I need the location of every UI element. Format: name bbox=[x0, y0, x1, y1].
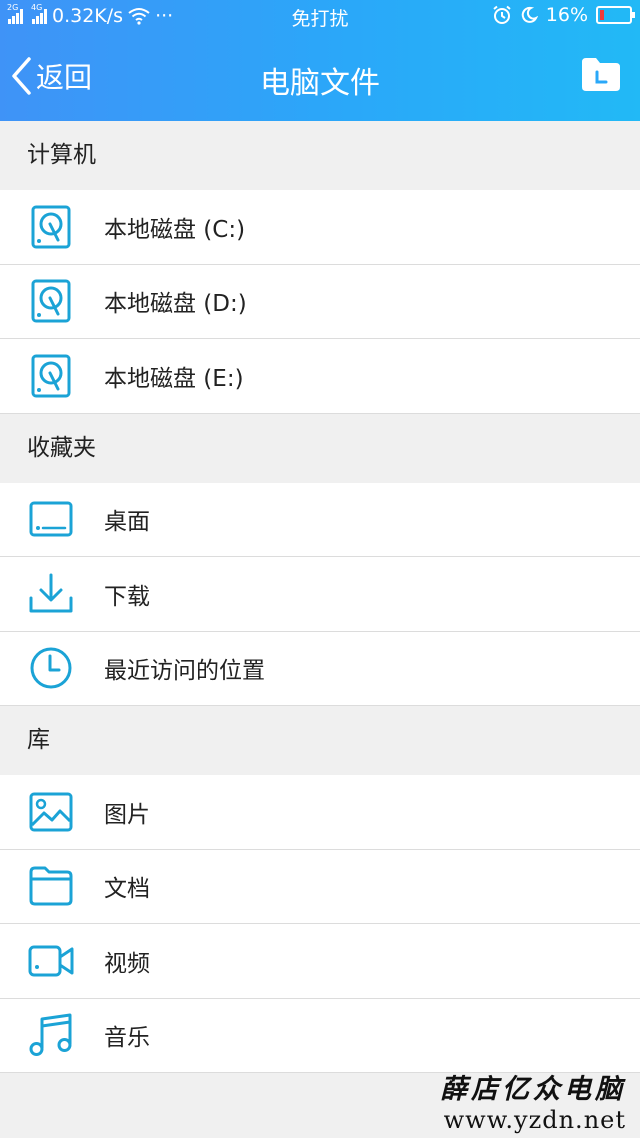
status-bar: 2G 4G 0.32K/s ··· 免打扰 16% bbox=[0, 0, 640, 34]
video-camera-icon bbox=[28, 945, 74, 977]
list-item-pictures[interactable]: 图片 bbox=[0, 775, 640, 850]
section-header-computer: 计算机 bbox=[0, 121, 640, 190]
battery-percent: 16% bbox=[545, 4, 588, 26]
list-item-disk-e[interactable]: 本地磁盘 (E:) bbox=[0, 339, 640, 414]
hard-disk-icon bbox=[31, 354, 71, 398]
hard-disk-icon bbox=[31, 205, 71, 249]
list-item-label: 下载 bbox=[104, 583, 150, 610]
list-item-label: 图片 bbox=[104, 801, 150, 828]
watermark-name: 薛店亿众电脑 bbox=[440, 1074, 626, 1105]
alarm-icon bbox=[493, 5, 511, 24]
page-title: 电脑文件 bbox=[260, 66, 380, 101]
folder-recent-icon[interactable] bbox=[580, 56, 622, 92]
list-item-desktop[interactable]: 桌面 bbox=[0, 482, 640, 557]
list-item-label: 本地磁盘 (E:) bbox=[104, 365, 244, 392]
list-item-videos[interactable]: 视频 bbox=[0, 924, 640, 999]
chevron-left-icon bbox=[12, 57, 31, 95]
list-item-label: 文档 bbox=[104, 876, 150, 903]
section-header-favorites: 收藏夹 bbox=[0, 413, 640, 483]
moon-icon bbox=[521, 6, 538, 23]
top-bar: 2G 4G 0.32K/s ··· 免打扰 16% 返回 电脑文件 bbox=[0, 0, 640, 121]
list-item-label: 桌面 bbox=[104, 509, 150, 536]
folder-icon bbox=[29, 866, 73, 906]
list-item-recent[interactable]: 最近访问的位置 bbox=[0, 631, 640, 706]
list-item-music[interactable]: 音乐 bbox=[0, 998, 640, 1073]
music-note-icon bbox=[29, 1013, 72, 1057]
section-header-library: 库 bbox=[0, 706, 640, 775]
list-item-label: 最近访问的位置 bbox=[104, 658, 265, 685]
back-label: 返回 bbox=[36, 61, 93, 94]
desktop-icon bbox=[29, 501, 73, 537]
download-icon bbox=[29, 573, 73, 613]
back-button[interactable]: 返回 bbox=[10, 56, 92, 96]
nav-bar: 返回 电脑文件 bbox=[0, 34, 640, 121]
list-item-label: 音乐 bbox=[104, 1025, 150, 1052]
list-item-disk-c[interactable]: 本地磁盘 (C:) bbox=[0, 190, 640, 265]
clock-icon bbox=[30, 647, 72, 689]
list-item-label: 本地磁盘 (C:) bbox=[104, 216, 246, 243]
list-item-documents[interactable]: 文档 bbox=[0, 849, 640, 924]
list-item-downloads[interactable]: 下载 bbox=[0, 557, 640, 632]
watermark-url: www.yzdn.net bbox=[443, 1106, 626, 1134]
watermark: 薛店亿众电脑 www.yzdn.net bbox=[440, 1067, 626, 1134]
list-item-label: 本地磁盘 (D:) bbox=[104, 291, 247, 318]
hard-disk-icon bbox=[31, 279, 71, 323]
file-list: 计算机 本地磁盘 (C:) 本地磁盘 (D:) 本地磁盘 (E:) 收藏夹 桌面… bbox=[0, 121, 640, 1135]
status-right: 16% bbox=[492, 4, 635, 26]
battery-icon bbox=[596, 6, 635, 24]
picture-icon bbox=[29, 792, 73, 832]
list-item-disk-d[interactable]: 本地磁盘 (D:) bbox=[0, 264, 640, 339]
list-item-label: 视频 bbox=[104, 950, 150, 977]
